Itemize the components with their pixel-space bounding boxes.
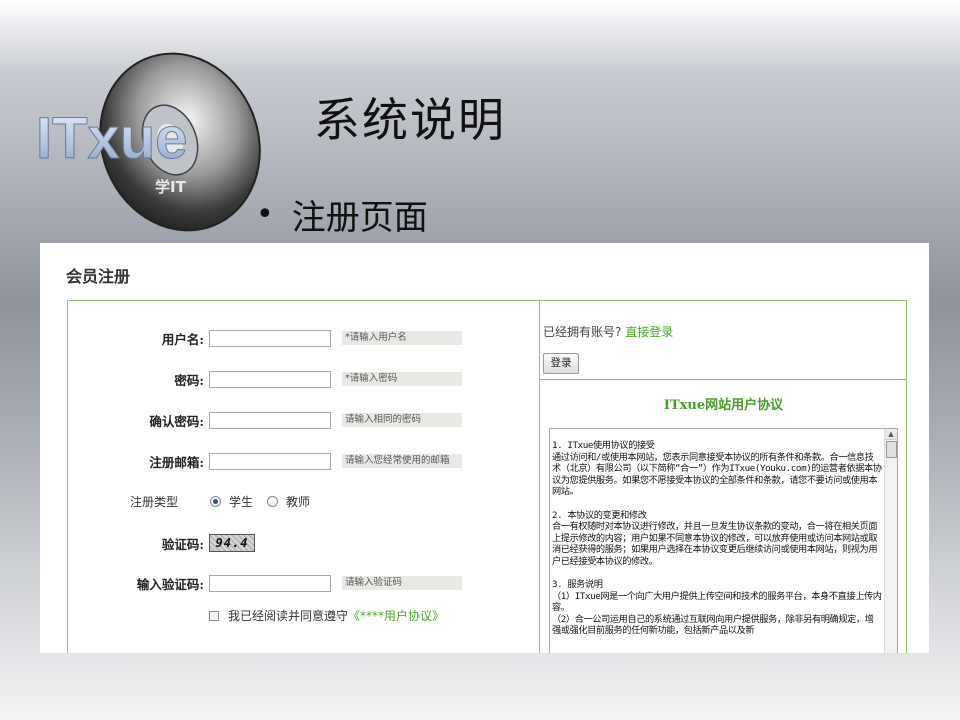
captcha-input-label: 输入验证码: xyxy=(136,576,204,592)
user-agreement-section: ITxue网站用户协议 1. ITxue使用协议的接受 通过访问和/或使用本网站… xyxy=(540,379,907,653)
captcha-image[interactable]: 94.4 xyxy=(209,534,255,552)
radio-student[interactable] xyxy=(210,496,221,507)
agree-checkbox[interactable] xyxy=(209,610,219,621)
itxue-logo: ITxue 学IT xyxy=(36,52,261,232)
agreement-scrollbar[interactable]: ▲ xyxy=(884,429,897,653)
agreement-link[interactable]: 《****用户协议》 xyxy=(348,607,444,624)
agreement-paragraph-1: 1. ITxue使用协议的接受 通过访问和/或使用本网站，您表示同意接受本协议的… xyxy=(552,440,882,497)
slide-title: 系统说明 xyxy=(314,93,506,147)
confirm-password-row: 确认密码: 请输入相同的密码 xyxy=(68,410,462,430)
radio-teacher-label[interactable]: 教师 xyxy=(286,493,310,510)
agreement-text: 1. ITxue使用协议的接受 通过访问和/或使用本网站，您表示同意接受本协议的… xyxy=(552,440,882,649)
captcha-row: 验证码: 94.4 xyxy=(68,533,255,553)
scroll-up-arrow-icon[interactable]: ▲ xyxy=(885,429,897,440)
confirm-password-hint: 请输入相同的密码 xyxy=(342,413,462,427)
registration-header: 会员注册 xyxy=(66,267,131,286)
radio-teacher[interactable] xyxy=(267,496,279,507)
direct-login-link[interactable]: 直接登录 xyxy=(625,325,673,339)
captcha-input-row: 输入验证码: 请输入验证码 xyxy=(68,573,462,593)
captcha-input-hint: 请输入验证码 xyxy=(342,576,462,590)
username-row: 用户名: *请输入用户名 xyxy=(68,328,462,348)
agree-text: 我已经阅读并同意遵守 xyxy=(228,609,349,623)
registration-panel: 用户名: *请输入用户名 密码: *请输入密码 确认密码: 请输入相同的密码 注… xyxy=(67,300,907,653)
email-label: 注册邮箱: xyxy=(149,454,204,470)
bullet-text: 注册页面 xyxy=(291,198,428,238)
radio-student-label[interactable]: 学生 xyxy=(229,493,253,510)
captcha-label: 验证码: xyxy=(161,536,204,552)
registration-type-row: 注册类型 学生 教师 xyxy=(130,493,324,510)
bullet-item: • 注册页面 xyxy=(256,190,428,239)
username-label: 用户名: xyxy=(161,331,204,347)
password-label: 密码: xyxy=(174,372,204,388)
password-row: 密码: *请输入密码 xyxy=(68,369,462,389)
scroll-thumb[interactable] xyxy=(886,441,897,458)
email-row: 注册邮箱: 请输入您经常使用的邮箱 xyxy=(68,451,462,471)
login-button[interactable]: 登录 xyxy=(543,353,579,374)
logo-text: ITxue xyxy=(36,106,188,171)
have-account-row: 已经拥有账号? 直接登录 xyxy=(543,323,673,340)
registration-form: 用户名: *请输入用户名 密码: *请输入密码 确认密码: 请输入相同的密码 注… xyxy=(68,301,540,653)
agreement-paragraph-3: 3. 服务说明 （1）ITxue网是一个向广大用户提供上传空间和技术的服务平台，… xyxy=(552,579,882,636)
email-hint: 请输入您经常使用的邮箱 xyxy=(342,454,462,468)
bullet-dot: • xyxy=(256,196,274,232)
agreement-paragraph-2: 2. 本协议的变更和修改 合一有权随时对本协议进行修改，并且一旦发生协议条款的变… xyxy=(552,509,878,567)
logo-subtext: 学IT xyxy=(155,178,187,196)
registration-type-label: 注册类型 xyxy=(130,495,179,509)
email-input[interactable] xyxy=(209,452,331,470)
captcha-input[interactable] xyxy=(209,574,331,592)
username-input[interactable] xyxy=(209,329,331,347)
login-and-agreement-panel: 已经拥有账号? 直接登录 登录 ITxue网站用户协议 1. ITxue使用协议… xyxy=(539,301,907,653)
password-input[interactable] xyxy=(209,370,331,388)
agreement-consent-row: 我已经阅读并同意遵守 《****用户协议》 xyxy=(209,607,444,624)
username-hint: *请输入用户名 xyxy=(342,331,462,345)
agreement-title: ITxue网站用户协议 xyxy=(663,398,784,413)
confirm-password-input[interactable] xyxy=(209,411,331,429)
confirm-password-label: 确认密码: xyxy=(149,413,204,429)
agreement-textarea[interactable]: 1. ITxue使用协议的接受 通过访问和/或使用本网站，您表示同意接受本协议的… xyxy=(549,428,898,653)
password-hint: *请输入密码 xyxy=(342,372,462,386)
registration-screenshot: 会员注册 用户名: *请输入用户名 密码: *请输入密码 确认密码: 请输入相同… xyxy=(40,243,929,653)
have-account-text: 已经拥有账号? xyxy=(543,325,622,339)
